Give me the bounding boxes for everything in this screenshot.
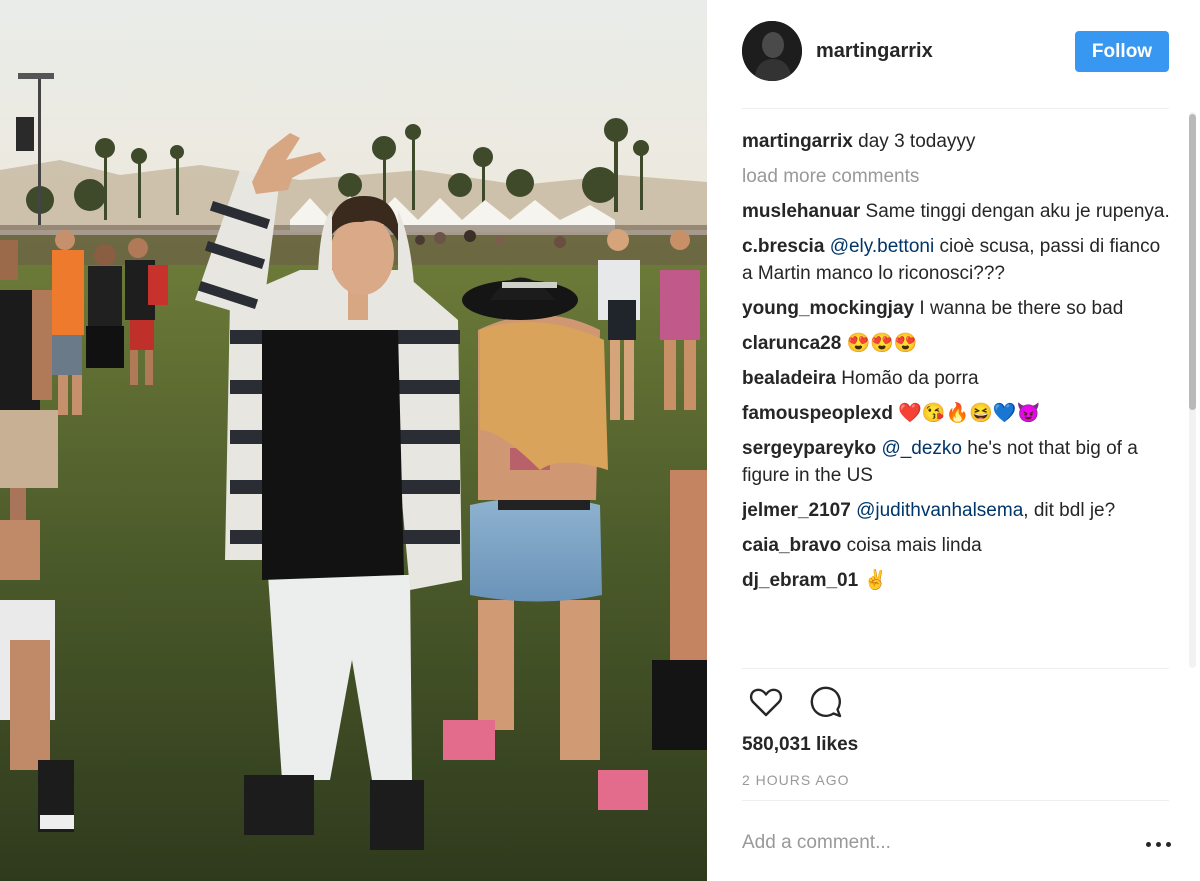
comment-text: coisa mais linda (846, 535, 982, 556)
comment-user[interactable]: muslehanuar (742, 201, 860, 222)
divider (742, 800, 1169, 801)
more-dot (1156, 842, 1161, 847)
comment-user[interactable]: dj_ebram_01 (742, 570, 858, 591)
divider (742, 668, 1169, 669)
comment-text: Homão da porra (841, 368, 979, 389)
more-dot (1166, 842, 1171, 847)
comment-text: ❤️😘🔥😆💙😈 (898, 403, 1041, 424)
comment-text: Same tinggi dengan aku je rupenya. (865, 201, 1170, 222)
comment-item: sergeypareyko @_dezko he's not that big … (742, 435, 1172, 489)
like-count[interactable]: 580,031 likes (742, 734, 858, 756)
more-options-button[interactable] (1144, 834, 1174, 854)
caption: martingarrix day 3 todayyy (742, 128, 1172, 155)
comment-user[interactable]: sergeypareyko (742, 438, 876, 459)
comments-list[interactable]: martingarrix day 3 todayyy load more com… (742, 112, 1172, 668)
comment-text: , dit bdl je? (1023, 500, 1116, 521)
comment-item: dj_ebram_01 ✌️ (742, 567, 1172, 594)
instagram-post: martingarrix Follow martingarrix day 3 t… (0, 0, 1200, 881)
comment-mention[interactable]: @judithvanhalsema (856, 500, 1023, 521)
comment-user[interactable]: caia_bravo (742, 535, 841, 556)
comment-item: bealadeira Homão da porra (742, 365, 1172, 392)
post-side-panel: martingarrix Follow martingarrix day 3 t… (707, 0, 1200, 881)
comment-item: c.brescia @ely.bettoni cioè scusa, passi… (742, 233, 1172, 287)
comment-button[interactable] (808, 684, 844, 720)
scrollbar-thumb[interactable] (1189, 114, 1196, 410)
avatar[interactable] (742, 21, 802, 81)
post-header: martingarrix Follow (707, 0, 1200, 108)
heart-icon (749, 688, 783, 717)
comment-text: I wanna be there so bad (919, 298, 1124, 319)
comment-text: 😍😍😍 (846, 333, 918, 354)
post-timestamp[interactable]: 2 HOURS AGO (742, 772, 849, 788)
load-more-comments-link[interactable]: load more comments (742, 163, 1172, 190)
comment-user[interactable]: famouspeoplexd (742, 403, 893, 424)
like-button[interactable] (748, 684, 784, 720)
comment-item: young_mockingjay I wanna be there so bad (742, 295, 1172, 322)
more-dot (1146, 842, 1151, 847)
comment-user[interactable]: jelmer_2107 (742, 500, 851, 521)
comment-item: famouspeoplexd ❤️😘🔥😆💙😈 (742, 400, 1172, 427)
divider (742, 108, 1169, 109)
username[interactable]: martingarrix (816, 40, 933, 63)
festival-photo (0, 0, 707, 881)
comment-item: clarunca28 😍😍😍 (742, 330, 1172, 357)
comment-bubble-icon (810, 686, 842, 718)
comment-item: muslehanuar Same tinggi dengan aku je ru… (742, 198, 1172, 225)
post-photo[interactable] (0, 0, 707, 881)
add-comment-input[interactable] (742, 828, 1122, 858)
comment-item: jelmer_2107 @judithvanhalsema, dit bdl j… (742, 497, 1172, 524)
comment-item: caia_bravo coisa mais linda (742, 532, 1172, 559)
avatar-image (742, 21, 802, 81)
follow-button[interactable]: Follow (1075, 31, 1169, 72)
comment-user[interactable]: bealadeira (742, 368, 836, 389)
comment-user[interactable]: young_mockingjay (742, 298, 914, 319)
comment-user[interactable]: clarunca28 (742, 333, 841, 354)
caption-text: day 3 todayyy (858, 131, 976, 152)
caption-user[interactable]: martingarrix (742, 131, 853, 152)
comment-mention[interactable]: @ely.bettoni (830, 236, 935, 257)
comment-mention[interactable]: @_dezko (881, 438, 962, 459)
comment-user[interactable]: c.brescia (742, 236, 824, 257)
comment-text: ✌️ (863, 570, 888, 591)
comments-scrollbar[interactable] (1186, 112, 1198, 668)
